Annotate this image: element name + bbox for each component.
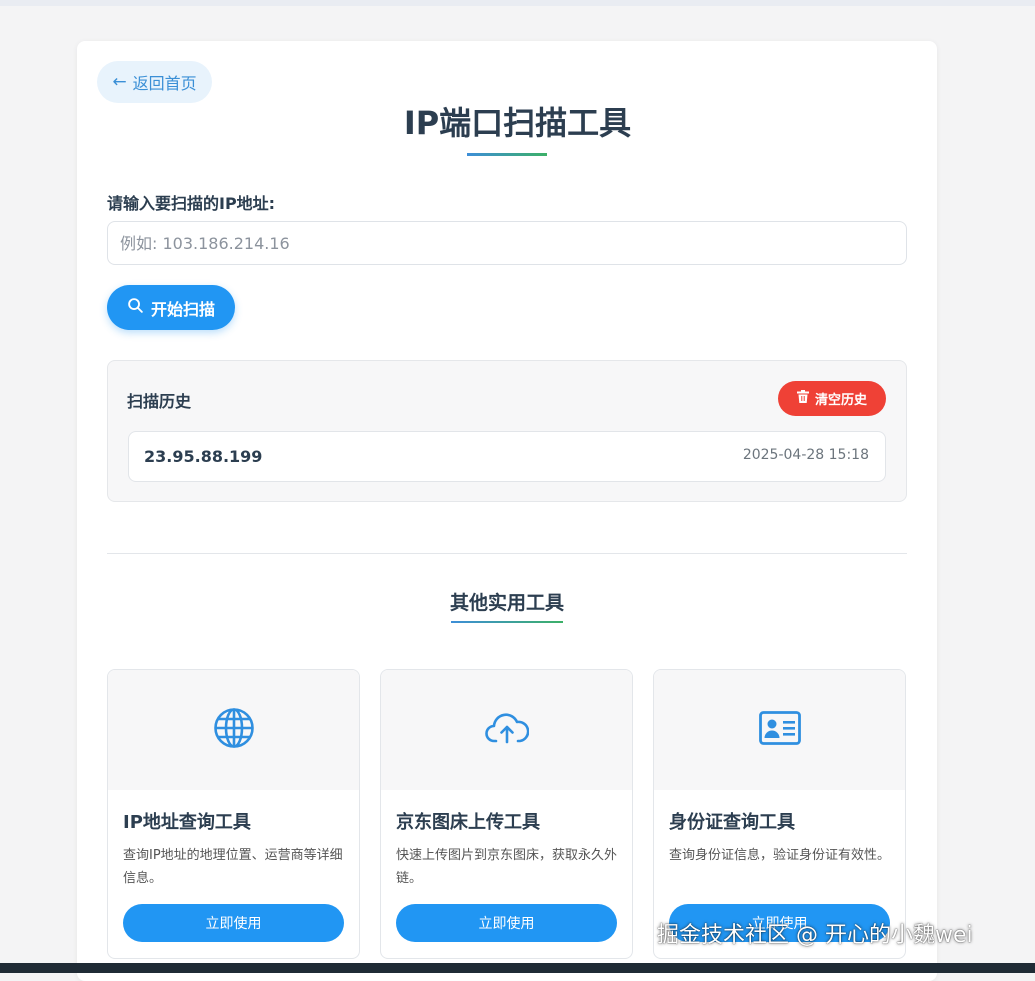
tool-card-ip-lookup: IP地址查询工具 查询IP地址的地理位置、运营商等详细信息。 立即使用 xyxy=(107,669,360,959)
id-card-icon xyxy=(758,711,801,749)
clear-history-label: 清空历史 xyxy=(814,393,867,408)
start-scan-button[interactable]: 开始扫描 xyxy=(107,285,235,330)
tool-card-jd-image-upload: 京东图床上传工具 快速上传图片到京东图床，获取永久外链。 立即使用 xyxy=(380,669,633,959)
globe-icon xyxy=(213,707,255,753)
tool-icon-area xyxy=(381,670,632,790)
bottom-strip xyxy=(0,963,1035,973)
back-home-label: 返回首页 xyxy=(132,74,197,93)
tool-card-id-lookup: 身份证查询工具 查询身份证信息，验证身份证有效性。 立即使用 xyxy=(653,669,906,959)
section-divider xyxy=(107,553,907,554)
tool-name: IP地址查询工具 xyxy=(123,812,251,833)
trash-icon xyxy=(796,390,809,407)
other-tools-title: 其他实用工具 xyxy=(449,592,564,614)
tool-description: 查询身份证信息，验证身份证有效性。 xyxy=(669,848,891,863)
tool-name: 京东图床上传工具 xyxy=(396,812,540,833)
start-scan-label: 开始扫描 xyxy=(150,299,215,319)
tool-description: 快速上传图片到京东图床，获取永久外链。 xyxy=(396,848,618,886)
use-now-button[interactable]: 立即使用 xyxy=(123,904,344,942)
search-icon xyxy=(127,297,144,318)
history-time: 2025-04-28 15:18 xyxy=(742,447,869,463)
clear-history-button[interactable]: 清空历史 xyxy=(778,381,886,416)
cloud-upload-icon xyxy=(484,711,529,749)
page-title: IP端口扫描工具 xyxy=(403,104,632,142)
ip-input-label: 请输入要扫描的IP地址: xyxy=(107,194,276,213)
other-tools-underline xyxy=(451,621,563,623)
use-now-button[interactable]: 立即使用 xyxy=(396,904,617,942)
tool-description: 查询IP地址的地理位置、运营商等详细信息。 xyxy=(123,848,343,886)
tool-icon-area xyxy=(654,670,905,790)
title-underline xyxy=(467,153,547,156)
top-strip xyxy=(0,0,1035,6)
ip-input[interactable] xyxy=(107,221,907,265)
tool-icon-area xyxy=(108,670,359,790)
tool-name: 身份证查询工具 xyxy=(669,812,795,833)
arrow-left-icon: ← xyxy=(112,72,127,92)
history-title: 扫描历史 xyxy=(127,392,192,411)
history-ip: 23.95.88.199 xyxy=(144,447,263,466)
watermark: 掘金技术社区 @ 开心的小魏wei xyxy=(657,923,973,948)
back-home-button[interactable]: ← 返回首页 xyxy=(97,61,212,103)
